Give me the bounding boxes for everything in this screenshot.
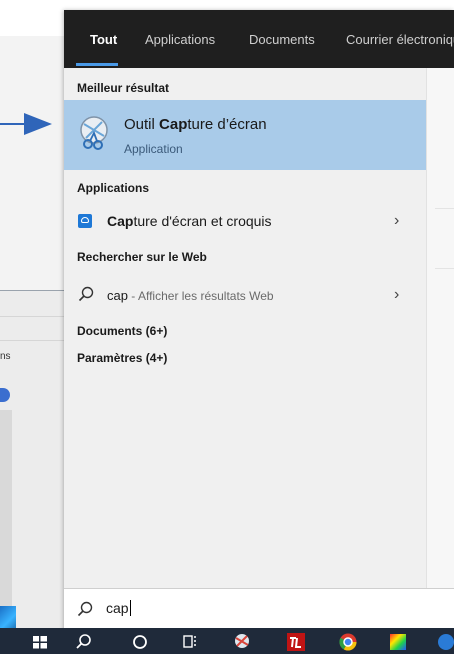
app-result-snip-sketch[interactable]: Capture d'écran et croquis › — [64, 206, 426, 238]
windows-start-icon[interactable] — [30, 632, 50, 652]
background-scrollbar — [0, 410, 12, 610]
web-search-label: cap - Afficher les résultats Web — [107, 288, 274, 303]
settings-heading[interactable]: Paramètres (4+) — [77, 351, 167, 365]
active-tab-indicator — [76, 63, 118, 66]
background-window-header — [0, 0, 66, 36]
snipping-tool-taskbar-icon[interactable] — [232, 632, 252, 652]
best-match-subtitle: Application — [124, 142, 183, 156]
snip-sketch-icon — [78, 214, 92, 228]
best-match-title: Outil Capture d’écran — [124, 116, 267, 133]
search-filter-tabs: Tout Applications Documents Courrier éle… — [64, 10, 454, 68]
background-divider — [0, 316, 66, 317]
annotation-arrow-head — [24, 113, 52, 135]
taskbar — [0, 628, 454, 654]
taskbar-search-icon[interactable] — [74, 632, 94, 652]
documents-heading[interactable]: Documents (6+) — [77, 324, 167, 338]
web-search-heading: Rechercher sur le Web — [77, 250, 207, 264]
start-search-panel: Tout Applications Documents Courrier éle… — [64, 10, 454, 654]
cortana-icon[interactable] — [130, 632, 150, 652]
app-tl-icon[interactable] — [286, 632, 306, 652]
background-partial-text: ns — [0, 351, 11, 362]
tab-all[interactable]: Tout — [90, 32, 117, 47]
results-list: Meilleur résultat Outil Capture d’écran … — [64, 68, 426, 588]
app-result-label: Capture d'écran et croquis — [107, 213, 272, 229]
web-search-result[interactable]: cap - Afficher les résultats Web › — [64, 280, 426, 312]
snipping-tool-icon — [80, 116, 108, 150]
tab-documents[interactable]: Documents — [249, 32, 315, 47]
search-icon — [78, 286, 94, 302]
search-icon — [77, 601, 93, 617]
background-window-border — [0, 290, 66, 291]
annotation-arrow-line — [0, 123, 26, 125]
preview-pane — [426, 68, 454, 588]
search-box[interactable]: cap — [64, 588, 454, 629]
background-divider — [0, 340, 66, 341]
task-view-icon[interactable] — [180, 632, 200, 652]
chevron-right-icon[interactable]: › — [394, 286, 399, 304]
chrome-icon[interactable] — [338, 632, 358, 652]
search-input[interactable]: cap — [106, 600, 131, 616]
best-match-result[interactable]: Outil Capture d’écran Application — [64, 100, 426, 170]
best-match-heading: Meilleur résultat — [77, 81, 170, 95]
tab-email[interactable]: Courrier électronique — [346, 32, 454, 47]
applications-heading: Applications — [77, 181, 150, 195]
partial-taskbar-icon[interactable] — [436, 632, 454, 652]
preview-divider — [435, 268, 454, 269]
color-app-icon[interactable] — [388, 632, 408, 652]
preview-divider — [435, 208, 454, 209]
chevron-right-icon[interactable]: › — [394, 212, 399, 230]
tab-applications[interactable]: Applications — [145, 32, 215, 47]
